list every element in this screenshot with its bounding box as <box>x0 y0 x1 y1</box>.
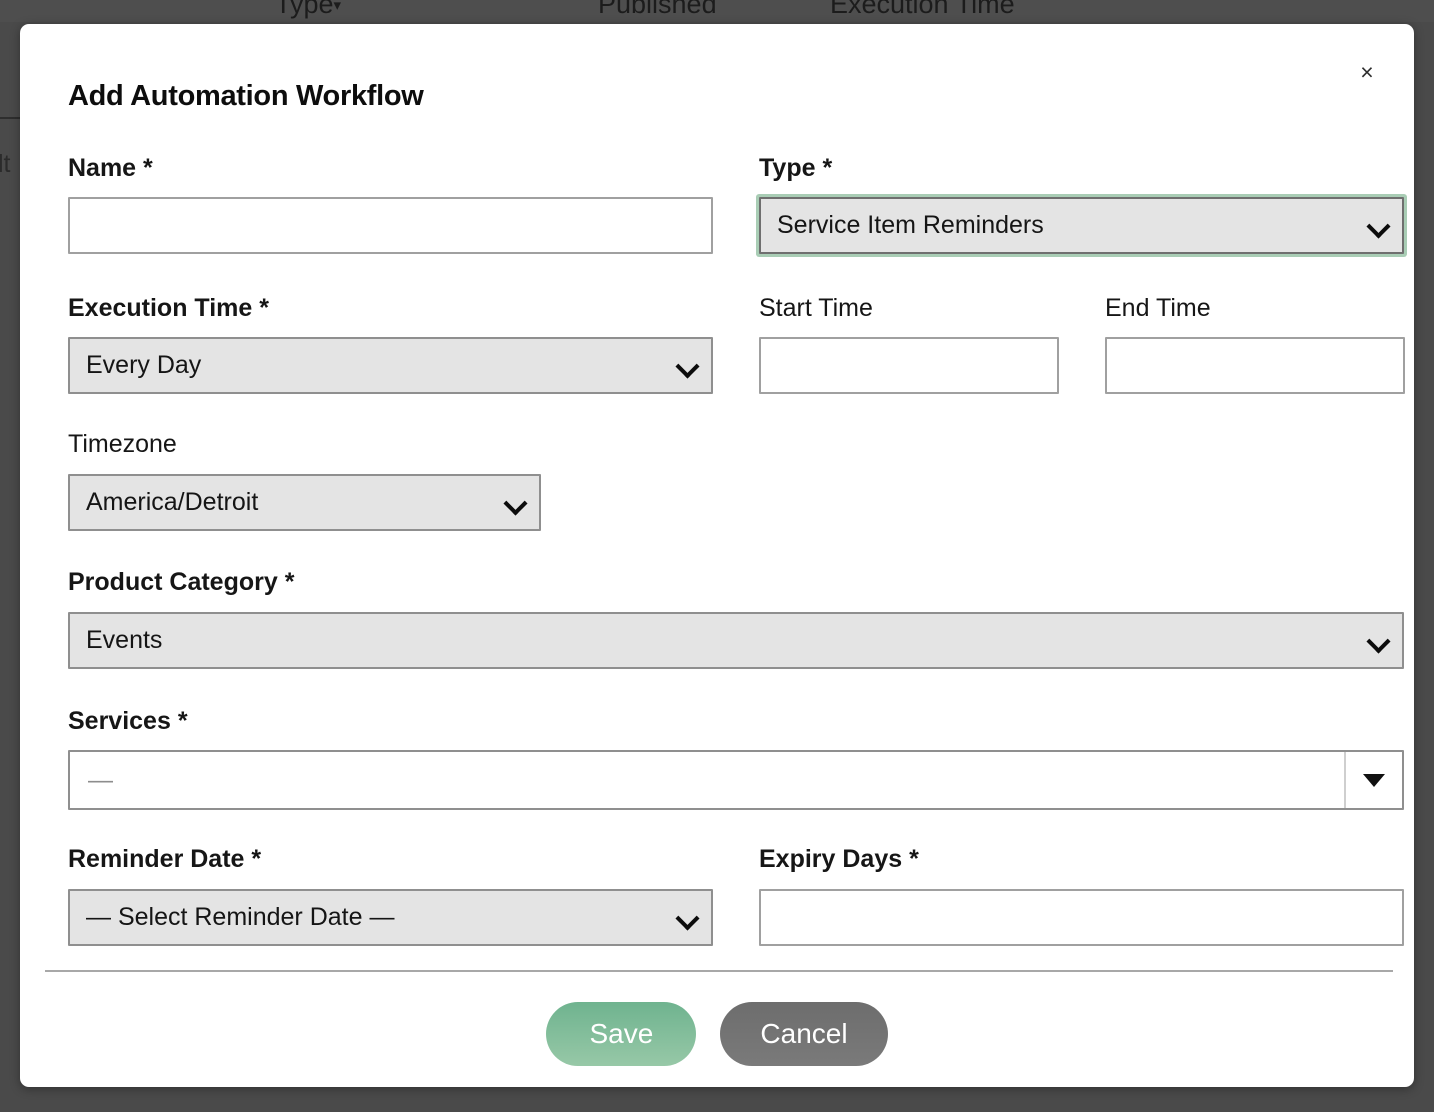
type-select[interactable]: Service Item Reminders <box>759 197 1404 254</box>
reminder-date-select[interactable]: — Select Reminder Date — <box>68 889 713 946</box>
close-icon[interactable]: × <box>1353 58 1381 86</box>
background-table-header: Type▾ Published Execution Time <box>0 0 1434 22</box>
chevron-down-icon <box>1368 215 1390 237</box>
background-left-strip: lt <box>0 22 20 1050</box>
type-select-value: Service Item Reminders <box>777 211 1044 239</box>
background-text-fragment: lt <box>0 150 11 178</box>
services-dropdown-toggle[interactable] <box>1344 752 1402 808</box>
dialog-footer: Save Cancel <box>20 1002 1414 1066</box>
timezone-value: America/Detroit <box>86 488 259 516</box>
background-column-type: Type▾ <box>275 0 341 20</box>
chevron-down-icon <box>677 907 699 929</box>
background-column-type-label: Type <box>275 0 334 19</box>
execution-time-label: Execution Time * <box>68 294 269 322</box>
triangle-down-icon <box>1363 773 1385 787</box>
chevron-down-icon <box>505 492 527 514</box>
timezone-label: Timezone <box>68 430 177 458</box>
end-time-label: End Time <box>1105 294 1211 322</box>
background-column-published: Published <box>598 0 717 19</box>
product-category-value: Events <box>86 626 163 654</box>
chevron-down-icon <box>677 355 699 377</box>
services-value: — <box>88 765 113 794</box>
start-time-label: Start Time <box>759 294 873 322</box>
name-input[interactable] <box>68 197 713 254</box>
background-bottom-strip <box>0 1086 1434 1112</box>
start-time-input[interactable] <box>759 337 1059 394</box>
add-automation-workflow-dialog: × Add Automation Workflow Name * Type * … <box>20 24 1414 1087</box>
reminder-date-label: Reminder Date * <box>68 845 262 873</box>
end-time-input[interactable] <box>1105 337 1405 394</box>
name-label: Name * <box>68 154 153 182</box>
background-column-execution-time: Execution Time <box>830 0 1015 19</box>
chevron-down-icon <box>1368 630 1390 652</box>
expiry-days-label: Expiry Days * <box>759 845 919 873</box>
dialog-title: Add Automation Workflow <box>68 80 424 112</box>
product-category-select[interactable]: Events <box>68 612 1404 669</box>
services-label: Services * <box>68 707 188 735</box>
product-category-label: Product Category * <box>68 568 295 596</box>
execution-time-select[interactable]: Every Day <box>68 337 713 394</box>
reminder-date-value: — Select Reminder Date — <box>86 903 395 931</box>
background-divider <box>0 117 20 119</box>
type-label: Type * <box>759 154 833 182</box>
save-button[interactable]: Save <box>546 1002 697 1066</box>
expiry-days-input[interactable] <box>759 889 1404 946</box>
sort-caret-icon: ▾ <box>333 0 342 14</box>
services-multiselect[interactable]: — <box>68 750 1404 810</box>
footer-divider <box>45 970 1393 972</box>
timezone-select[interactable]: America/Detroit <box>68 474 541 531</box>
execution-time-value: Every Day <box>86 351 202 379</box>
cancel-button[interactable]: Cancel <box>720 1002 888 1066</box>
